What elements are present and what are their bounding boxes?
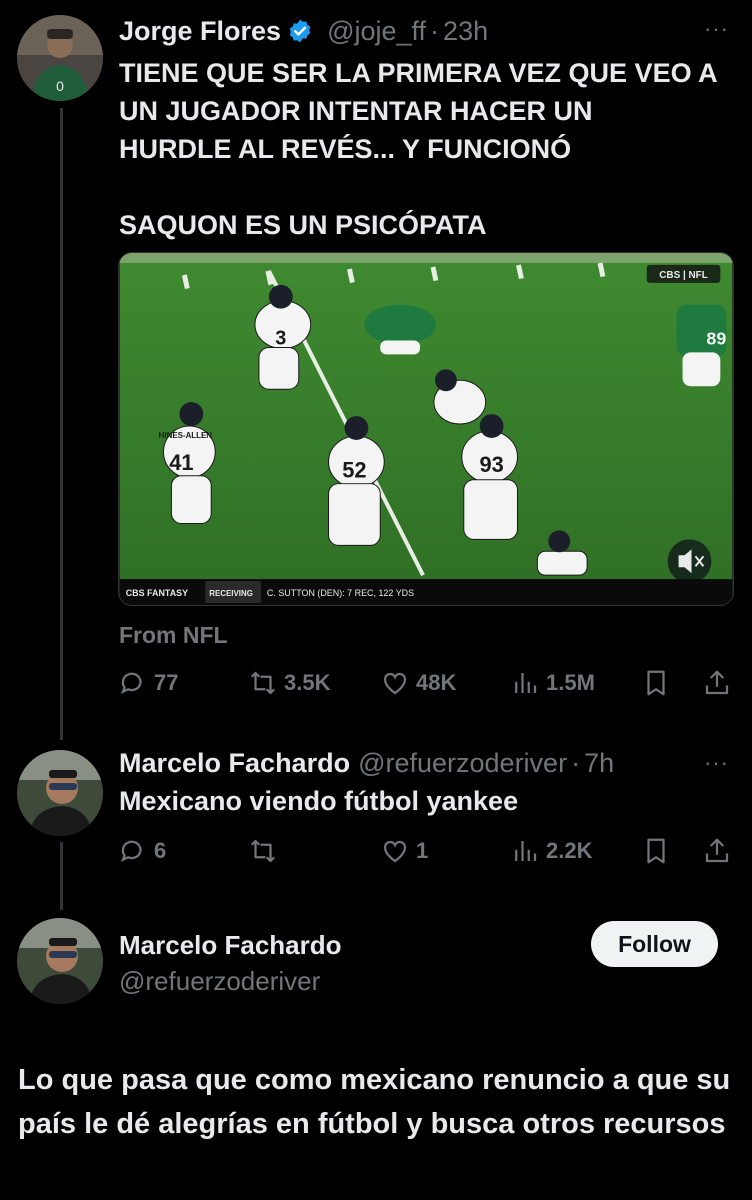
thread-connector-line [60, 108, 63, 740]
repost-button[interactable]: 3.5K [248, 668, 330, 698]
tweet-header: Jorge Flores @joje_ff · 23h [119, 14, 488, 47]
separator-dot: · [430, 16, 440, 46]
author-handle[interactable]: @joje_ff [327, 16, 426, 47]
video-frame: 3 41 52 93 89 HINES-ALLEN CBS | NFL CBS … [119, 253, 733, 605]
reply-author-name[interactable]: Marcelo Fachardo [119, 748, 350, 779]
views-chart-icon [515, 841, 537, 861]
view-count: 2.2K [546, 838, 593, 863]
reply-button[interactable]: 6 [118, 836, 166, 866]
bookmark-button[interactable] [641, 836, 671, 866]
reply-body: Mexicano viendo fútbol yankee [119, 786, 519, 816]
reply-header: Marcelo Fachardo @refuerzoderiver · 7h [119, 748, 614, 779]
reply-count: 6 [154, 838, 167, 863]
jersey-number-52: 52 [342, 458, 366, 483]
heart-icon [383, 672, 407, 695]
avatar-image: 0 [17, 15, 103, 101]
repost-icon [250, 839, 276, 863]
tweet-timestamp[interactable]: 23h [443, 16, 488, 47]
jersey-number-89: 89 [706, 328, 726, 348]
tweet-actions: 77 3.5K 48K 1.5M [0, 668, 752, 704]
more-options-icon[interactable]: ··· [704, 16, 729, 42]
reply-author-handle[interactable]: @refuerzoderiver [358, 748, 567, 779]
bookmark-icon [647, 670, 665, 696]
verified-badge-icon [287, 18, 313, 44]
views-button[interactable]: 2.2K [510, 836, 592, 866]
bookmark-icon [647, 838, 665, 864]
thread-view: 0 Jorge Flores @joje_ff · 23h ··· TIENE … [0, 0, 752, 1200]
video-source-attribution[interactable]: From NFL [119, 622, 228, 649]
focused-author-handle[interactable]: @refuerzoderiver [119, 966, 320, 997]
view-count: 1.5M [546, 670, 595, 695]
reply-timestamp[interactable]: 7h [584, 748, 614, 779]
focused-post-body: Lo que pasa que como mexicano renuncio a… [18, 1064, 731, 1140]
follow-button[interactable]: Follow [591, 921, 718, 967]
share-button[interactable] [702, 668, 732, 698]
avatar-image [17, 918, 103, 1004]
tweet-body: TIENE QUE SER LA PRIMERA VEZ QUE VEO A U… [119, 58, 718, 240]
avatar-marcelo-fachardo[interactable] [17, 750, 103, 836]
ticker-text: C. SUTTON (DEN): 7 REC, 122 YDS [267, 588, 414, 598]
tweet-video[interactable]: 3 41 52 93 89 HINES-ALLEN CBS | NFL CBS … [118, 252, 734, 606]
bookmark-button[interactable] [641, 668, 671, 698]
avatar-image [17, 750, 103, 836]
reply-icon [121, 672, 142, 695]
reply-icon [121, 840, 142, 863]
ticker-label: RECEIVING [209, 589, 253, 598]
repost-count: 3.5K [284, 670, 331, 695]
jersey-number-41: 41 [169, 450, 193, 475]
separator-dot: · [571, 748, 581, 778]
reply-more-options-icon[interactable]: ··· [704, 750, 729, 776]
network-bug: CBS | NFL [659, 270, 708, 281]
avatar-jorge-flores[interactable]: 0 [17, 15, 103, 101]
reply-button[interactable]: 77 [118, 668, 178, 698]
ticker-brand: CBS FANTASY [126, 588, 188, 598]
repost-icon [250, 671, 276, 695]
like-button[interactable]: 48K [380, 668, 456, 698]
like-button[interactable]: 1 [380, 836, 428, 866]
like-count: 48K [416, 670, 457, 695]
like-count: 1 [416, 838, 429, 863]
repost-button[interactable] [248, 836, 284, 866]
jersey-number-3: 3 [275, 327, 286, 349]
share-icon [705, 838, 729, 863]
heart-icon [383, 840, 407, 863]
author-name[interactable]: Jorge Flores [119, 16, 281, 47]
player-nameplate: HINES-ALLEN [159, 431, 213, 440]
reply-count: 77 [154, 670, 179, 695]
avatar-marcelo-fachardo-focused[interactable] [17, 918, 103, 1004]
svg-text:0: 0 [56, 78, 64, 94]
focused-author-name[interactable]: Marcelo Fachardo [119, 930, 342, 961]
share-button[interactable] [702, 836, 732, 866]
views-chart-icon [515, 673, 537, 693]
share-icon [705, 670, 729, 695]
jersey-number-93: 93 [479, 452, 503, 477]
reply-actions: 6 1 2.2K [0, 836, 752, 872]
views-button[interactable]: 1.5M [510, 668, 595, 698]
